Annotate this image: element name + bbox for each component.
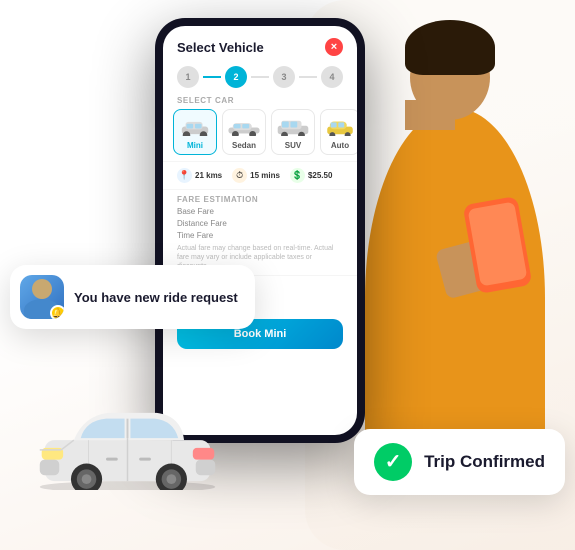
phone-header: Select Vehicle × <box>163 26 357 62</box>
suv-car-label: SUV <box>274 141 312 150</box>
time-icon: ⏱ <box>232 168 247 183</box>
distance-value: 21 kms <box>195 171 222 180</box>
step-line-1 <box>203 76 221 78</box>
base-fare-label: Base Fare <box>177 207 214 216</box>
step-1[interactable]: 1 <box>177 66 199 88</box>
distance-info: 📍 21 kms <box>177 168 222 183</box>
select-car-label: SELECT CAR <box>163 94 357 109</box>
notification-card: 🔔 You have new ride request <box>10 265 255 329</box>
price-value: $25.50 <box>308 171 332 180</box>
car-option-suv[interactable]: SUV <box>271 109 315 155</box>
close-icon: × <box>331 42 337 53</box>
time-fare-label: Time Fare <box>177 231 213 240</box>
phone-mockup: Select Vehicle × 1 2 3 4 SELECT CAR <box>155 18 365 443</box>
phone-screen: Select Vehicle × 1 2 3 4 SELECT CAR <box>163 26 357 435</box>
time-value: 15 mins <box>250 171 280 180</box>
distance-fare-row: Distance Fare <box>177 219 343 228</box>
check-icon: ✓ <box>385 452 402 472</box>
base-fare-row: Base Fare <box>177 207 343 216</box>
step-line-3 <box>299 76 317 78</box>
distance-icon: 📍 <box>177 168 192 183</box>
time-fare-row: Time Fare <box>177 231 343 240</box>
step-2[interactable]: 2 <box>225 66 247 88</box>
step-4[interactable]: 4 <box>321 66 343 88</box>
sedan-car-icon <box>225 114 263 140</box>
car-option-mini[interactable]: Mini <box>173 109 217 155</box>
trip-confirmed-card: ✓ Trip Confirmed <box>354 429 565 495</box>
fare-items: Base Fare Distance Fare Time Fare <box>163 207 357 240</box>
suv-car-icon <box>274 114 312 140</box>
distance-fare-label: Distance Fare <box>177 219 227 228</box>
mini-car-icon <box>176 114 214 140</box>
car-image <box>30 400 225 495</box>
time-info: ⏱ 15 mins <box>232 168 280 183</box>
step-indicators: 1 2 3 4 <box>163 62 357 94</box>
driver-avatar: 🔔 <box>20 275 64 319</box>
confirmed-check-circle: ✓ <box>374 443 412 481</box>
step-line-2 <box>251 76 269 78</box>
trip-info-row: 📍 21 kms ⏱ 15 mins 💲 $25.50 <box>163 161 357 190</box>
close-button[interactable]: × <box>325 38 343 56</box>
step-3[interactable]: 3 <box>273 66 295 88</box>
bell-badge: 🔔 <box>50 305 64 319</box>
notification-text: You have new ride request <box>74 290 238 305</box>
price-icon: 💲 <box>290 168 305 183</box>
price-info: 💲 $25.50 <box>290 168 332 183</box>
screen-title: Select Vehicle <box>177 40 264 55</box>
car-options: Mini Sedan <box>163 109 357 161</box>
mini-car-label: Mini <box>176 141 214 150</box>
car-option-auto[interactable]: Auto <box>320 109 357 155</box>
auto-car-icon <box>323 114 357 140</box>
trip-confirmed-text: Trip Confirmed <box>424 452 545 472</box>
sedan-car-label: Sedan <box>225 141 263 150</box>
car-option-sedan[interactable]: Sedan <box>222 109 266 155</box>
auto-car-label: Auto <box>323 141 357 150</box>
book-button-label: Book Mini <box>234 328 287 340</box>
fare-estimation-label: FARE ESTIMATION <box>163 190 357 207</box>
